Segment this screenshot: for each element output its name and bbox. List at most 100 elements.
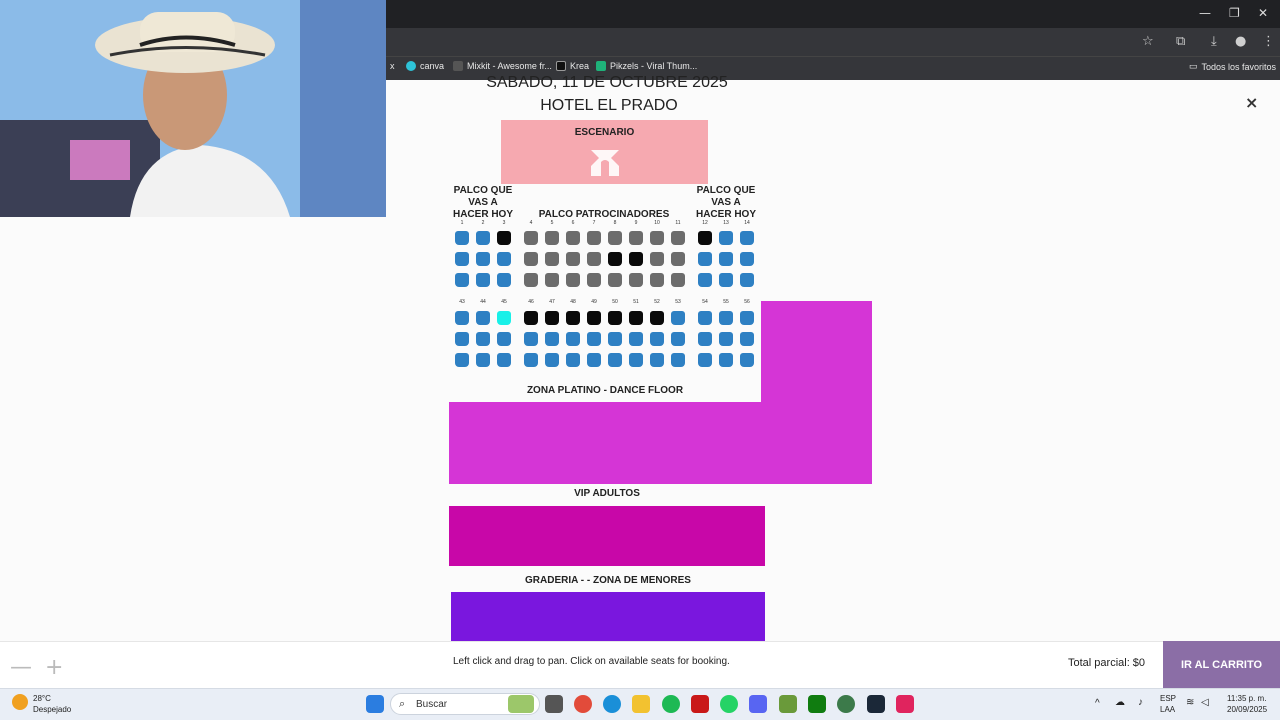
seat[interactable] [455, 332, 469, 346]
seat[interactable] [629, 332, 643, 346]
discord-icon[interactable] [749, 695, 767, 713]
extensions-icon[interactable]: ⧉ [1176, 34, 1185, 49]
seat[interactable] [476, 231, 490, 245]
seat[interactable] [476, 332, 490, 346]
minecraft-icon[interactable] [779, 695, 797, 713]
seat[interactable] [698, 332, 712, 346]
xbox-icon[interactable] [808, 695, 826, 713]
seat[interactable] [671, 353, 685, 367]
seat[interactable] [698, 273, 712, 287]
seat[interactable] [587, 332, 601, 346]
seat[interactable] [608, 332, 622, 346]
bookmark-krea[interactable]: Krea [556, 61, 589, 71]
seat[interactable] [497, 353, 511, 367]
mic-icon[interactable]: ♪ [1138, 697, 1143, 708]
profile-icon[interactable]: ● [1235, 34, 1246, 49]
seat[interactable] [629, 353, 643, 367]
windows-start-icon[interactable] [366, 695, 384, 713]
seat[interactable] [476, 273, 490, 287]
seat[interactable] [476, 311, 490, 325]
seat[interactable] [719, 231, 733, 245]
app-gear-icon[interactable] [837, 695, 855, 713]
restore-button[interactable]: ❐ [1229, 6, 1240, 20]
whatsapp-icon[interactable] [720, 695, 738, 713]
zoom-in-button[interactable]: + [45, 655, 63, 680]
menu-icon[interactable]: ⋮ [1262, 34, 1275, 49]
lang-primary[interactable]: ESP [1160, 694, 1176, 703]
seat[interactable] [698, 353, 712, 367]
task-view-icon[interactable] [545, 695, 563, 713]
seat[interactable] [497, 273, 511, 287]
seat[interactable] [545, 353, 559, 367]
seat[interactable] [740, 353, 754, 367]
seat[interactable] [497, 332, 511, 346]
seat[interactable] [476, 252, 490, 266]
seat[interactable] [497, 252, 511, 266]
volume-icon[interactable]: ◁ [1201, 697, 1209, 708]
seat[interactable] [740, 332, 754, 346]
seat[interactable] [719, 273, 733, 287]
edge-icon[interactable] [603, 695, 621, 713]
seat[interactable] [740, 252, 754, 266]
download-icon[interactable]: ⤓ [1211, 34, 1217, 49]
bookmark-mixkit[interactable]: Mixkit - Awesome fr... [453, 61, 552, 71]
seat[interactable] [671, 311, 685, 325]
close-modal-icon[interactable]: × [1245, 93, 1258, 112]
seat[interactable] [566, 353, 580, 367]
spotify-icon[interactable] [662, 695, 680, 713]
graderia-area[interactable] [451, 592, 765, 642]
seat[interactable] [698, 311, 712, 325]
star-icon[interactable]: ☆ [1142, 34, 1154, 49]
minimize-button[interactable]: — [1199, 6, 1211, 20]
file-explorer-icon[interactable] [632, 695, 650, 713]
steam-icon[interactable] [867, 695, 885, 713]
seat[interactable] [497, 311, 511, 325]
seat-number: 4 [529, 220, 533, 226]
seat[interactable] [719, 332, 733, 346]
seat[interactable] [545, 332, 559, 346]
mixkit-icon [453, 61, 463, 71]
bookmark-canva[interactable]: canva [406, 61, 444, 71]
seat[interactable] [740, 231, 754, 245]
seat[interactable] [455, 231, 469, 245]
close-window-button[interactable]: ✕ [1258, 6, 1268, 20]
seat[interactable] [455, 311, 469, 325]
tray-chevron-icon[interactable]: ^ [1095, 698, 1100, 709]
bookmark-pikzels[interactable]: Pikzels - Viral Thum... [596, 61, 697, 71]
chrome-icon[interactable] [574, 695, 592, 713]
seat[interactable] [455, 252, 469, 266]
seat[interactable] [476, 353, 490, 367]
onedrive-icon[interactable]: ☁ [1115, 697, 1125, 708]
close-icon[interactable]: x [390, 61, 395, 71]
seat[interactable] [587, 353, 601, 367]
seat[interactable] [566, 332, 580, 346]
capcut-icon[interactable] [896, 695, 914, 713]
all-bookmarks[interactable]: ▭ Todos los favoritos [1189, 61, 1276, 72]
lang-secondary[interactable]: LAA [1160, 705, 1175, 714]
seat[interactable] [524, 332, 538, 346]
seat[interactable] [740, 273, 754, 287]
seat[interactable] [608, 353, 622, 367]
zona-platino-area[interactable] [449, 402, 872, 484]
seat[interactable] [455, 353, 469, 367]
seat[interactable] [719, 311, 733, 325]
vip-area[interactable] [449, 506, 765, 566]
krea-icon [556, 61, 566, 71]
seat[interactable] [740, 311, 754, 325]
wifi-icon[interactable]: ≋ [1186, 697, 1194, 708]
seat[interactable] [698, 252, 712, 266]
seat[interactable] [719, 353, 733, 367]
subtotal: Total parcial: $0 [1068, 657, 1146, 669]
seat[interactable] [650, 353, 664, 367]
canva-icon [406, 61, 416, 71]
app-red-icon[interactable] [691, 695, 709, 713]
go-to-cart-button[interactable]: IR AL CARRITO [1163, 641, 1280, 688]
taskbar-search-text: Buscar [416, 699, 448, 710]
seat[interactable] [719, 252, 733, 266]
seat[interactable] [650, 332, 664, 346]
seat[interactable] [524, 353, 538, 367]
seat-number: 1 [460, 220, 464, 226]
seat[interactable] [671, 332, 685, 346]
zoom-out-button[interactable]: — [10, 655, 32, 680]
seat[interactable] [455, 273, 469, 287]
